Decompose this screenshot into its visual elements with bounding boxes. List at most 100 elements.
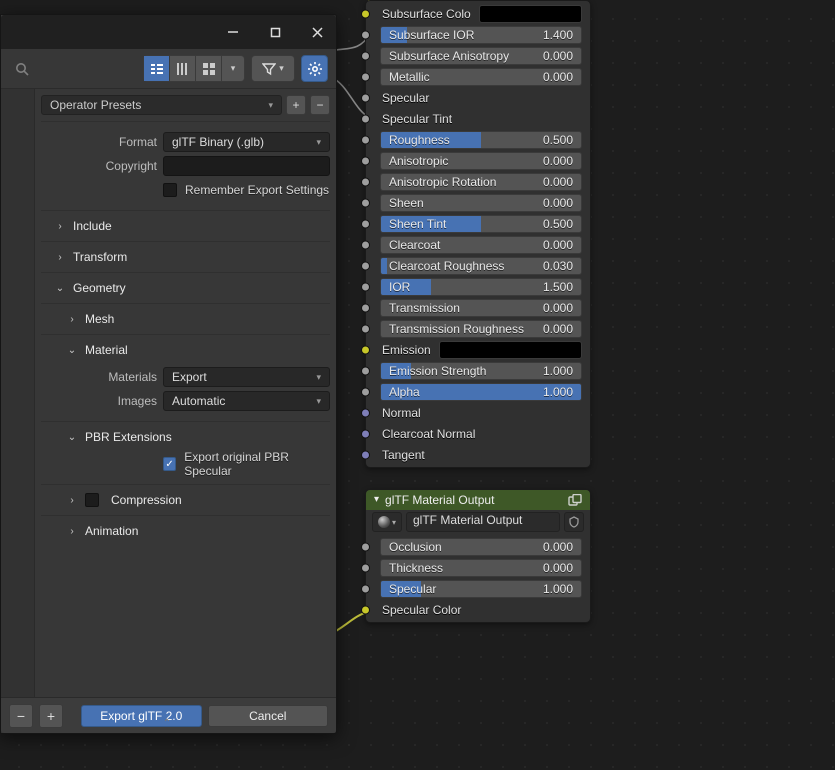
input-socket[interactable]	[361, 240, 370, 249]
preset-add-button[interactable]: +	[286, 95, 306, 115]
input-socket[interactable]	[361, 261, 370, 270]
section-transform[interactable]: ›Transform	[41, 246, 330, 268]
maximize-button[interactable]	[264, 21, 286, 43]
input-socket[interactable]	[361, 563, 370, 572]
resize-handle-icon[interactable]: ⌃	[163, 718, 174, 729]
compression-checkbox[interactable]	[85, 493, 99, 507]
overlap-icon[interactable]	[568, 494, 582, 506]
bsdf-row-subsurface-colo[interactable]: Subsurface Colo	[366, 3, 590, 24]
color-well[interactable]	[439, 341, 582, 359]
value-slider[interactable]: Anisotropic0.000	[380, 152, 582, 170]
input-socket[interactable]	[361, 135, 370, 144]
value-slider[interactable]: Metallic0.000	[380, 68, 582, 86]
input-socket[interactable]	[361, 429, 370, 438]
value-slider[interactable]: Roughness0.500	[380, 131, 582, 149]
value-slider[interactable]: Alpha1.000	[380, 383, 582, 401]
color-well[interactable]	[479, 5, 582, 23]
node-name-input[interactable]: glTF Material Output	[406, 512, 560, 532]
input-socket[interactable]	[361, 198, 370, 207]
section-mesh[interactable]: ›Mesh	[41, 308, 330, 330]
copyright-input[interactable]	[163, 156, 330, 176]
input-socket[interactable]	[361, 387, 370, 396]
materials-select[interactable]: Export▾	[163, 367, 330, 387]
input-socket[interactable]	[361, 114, 370, 123]
section-compression[interactable]: ›Compression	[41, 489, 330, 511]
bsdf-row-ior[interactable]: IOR1.500	[366, 276, 590, 297]
bsdf-row-sheen[interactable]: Sheen0.000	[366, 192, 590, 213]
input-socket[interactable]	[361, 303, 370, 312]
bsdf-row-emission[interactable]: Emission	[366, 339, 590, 360]
export-button[interactable]: Export glTF 2.0	[81, 705, 202, 727]
bsdf-row-sheen-tint[interactable]: Sheen Tint0.500	[366, 213, 590, 234]
section-include[interactable]: ›Include	[41, 215, 330, 237]
cancel-button[interactable]: Cancel	[208, 705, 329, 727]
bsdf-row-subsurface-anisotropy[interactable]: Subsurface Anisotropy0.000	[366, 45, 590, 66]
bsdf-row-metallic[interactable]: Metallic0.000	[366, 66, 590, 87]
images-select[interactable]: Automatic▾	[163, 391, 330, 411]
input-socket[interactable]	[361, 324, 370, 333]
thumbnails-icon[interactable]	[196, 56, 222, 81]
input-socket[interactable]	[361, 584, 370, 593]
value-slider[interactable]: Clearcoat Roughness0.030	[380, 257, 582, 275]
input-socket[interactable]	[361, 72, 370, 81]
collapse-icon[interactable]: ▾	[374, 490, 379, 510]
bsdf-row-emission-strength[interactable]: Emission Strength1.000	[366, 360, 590, 381]
bsdf-row-alpha[interactable]: Alpha1.000	[366, 381, 590, 402]
value-slider[interactable]: Transmission0.000	[380, 299, 582, 317]
export-pbr-specular-checkbox[interactable]	[163, 457, 176, 471]
bsdf-row-subsurface-ior[interactable]: Subsurface IOR1.400	[366, 24, 590, 45]
value-slider[interactable]: Sheen0.000	[380, 194, 582, 212]
value-slider[interactable]: IOR1.500	[380, 278, 582, 296]
input-socket[interactable]	[361, 366, 370, 375]
zoom-out-button[interactable]: −	[9, 704, 33, 728]
input-socket[interactable]	[361, 30, 370, 39]
display-dropdown-icon[interactable]: ▾	[222, 56, 244, 81]
bsdf-row-clearcoat-roughness[interactable]: Clearcoat Roughness0.030	[366, 255, 590, 276]
format-select[interactable]: glTF Binary (.glb)▾	[163, 132, 330, 152]
bsdf-row-tangent[interactable]: Tangent	[366, 444, 590, 465]
shield-icon[interactable]	[564, 512, 584, 532]
preset-remove-button[interactable]: −	[310, 95, 330, 115]
gltf-material-output-node[interactable]: ▾ glTF Material Output ▾ glTF Material O…	[365, 489, 591, 623]
settings-button[interactable]	[301, 55, 328, 82]
out-row-specular-color[interactable]: Specular Color	[366, 599, 590, 620]
bsdf-row-transmission-roughness[interactable]: Transmission Roughness0.000	[366, 318, 590, 339]
section-pbr-extensions[interactable]: ⌄PBR Extensions	[41, 426, 330, 448]
principled-bsdf-node[interactable]: Subsurface Colo Subsurface IOR1.400 Subsur…	[365, 0, 591, 468]
value-slider[interactable]: Subsurface IOR1.400	[380, 26, 582, 44]
list-vertical-icon[interactable]	[144, 56, 170, 81]
input-socket[interactable]	[361, 282, 370, 291]
bookmark-strip[interactable]	[1, 89, 35, 733]
zoom-in-button[interactable]: +	[39, 704, 63, 728]
input-socket[interactable]	[361, 9, 370, 18]
input-socket[interactable]	[361, 93, 370, 102]
out-row-thickness[interactable]: Thickness0.000	[366, 557, 590, 578]
bsdf-row-specular[interactable]: Specular	[366, 87, 590, 108]
bsdf-row-clearcoat-normal[interactable]: Clearcoat Normal	[366, 423, 590, 444]
input-socket[interactable]	[361, 51, 370, 60]
remember-settings-checkbox[interactable]	[163, 183, 177, 197]
bsdf-row-normal[interactable]: Normal	[366, 402, 590, 423]
input-socket[interactable]	[361, 156, 370, 165]
bsdf-row-specular-tint[interactable]: Specular Tint	[366, 108, 590, 129]
material-browse-button[interactable]: ▾	[372, 512, 402, 532]
list-horizontal-icon[interactable]	[170, 56, 196, 81]
value-slider[interactable]: Sheen Tint0.500	[380, 215, 582, 233]
input-socket[interactable]	[361, 542, 370, 551]
bsdf-row-roughness[interactable]: Roughness0.500	[366, 129, 590, 150]
node-header[interactable]: ▾ glTF Material Output	[366, 490, 590, 510]
filter-button[interactable]: ▾	[251, 55, 295, 82]
value-slider[interactable]: Subsurface Anisotropy0.000	[380, 47, 582, 65]
input-socket[interactable]	[361, 450, 370, 459]
close-button[interactable]	[306, 21, 328, 43]
value-slider[interactable]: Anisotropic Rotation0.000	[380, 173, 582, 191]
window-titlebar[interactable]	[1, 15, 336, 49]
input-socket[interactable]	[361, 177, 370, 186]
bsdf-row-clearcoat[interactable]: Clearcoat0.000	[366, 234, 590, 255]
input-socket[interactable]	[361, 345, 370, 354]
out-row-specular[interactable]: Specular1.000	[366, 578, 590, 599]
operator-presets-select[interactable]: Operator Presets ▾	[41, 95, 282, 115]
value-slider[interactable]: Occlusion0.000	[380, 538, 582, 556]
bsdf-row-transmission[interactable]: Transmission0.000	[366, 297, 590, 318]
section-material[interactable]: ⌄Material	[41, 339, 330, 361]
